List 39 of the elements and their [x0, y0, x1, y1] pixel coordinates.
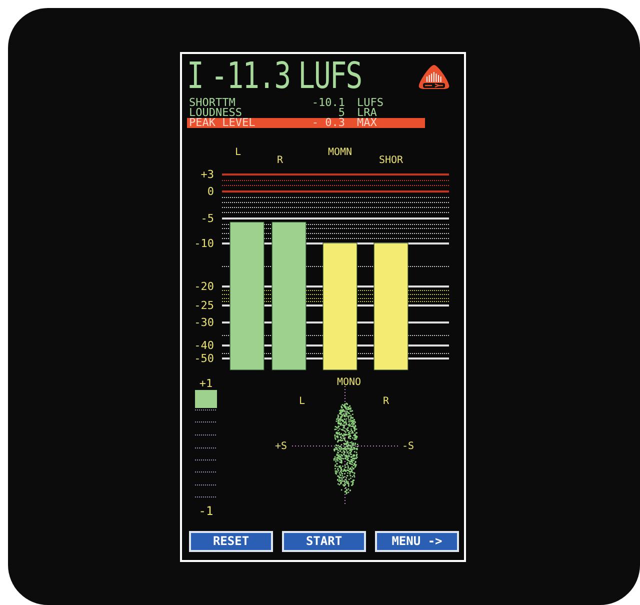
readout-unit: MAX [357, 118, 378, 128]
readout-unit: LUFS [357, 98, 384, 108]
loudness-unit: LUFS [298, 58, 362, 94]
readout-unit: LRA [357, 108, 377, 118]
scale-label: -25 [194, 299, 214, 312]
channel-label: R [277, 155, 284, 166]
mode-indicator: I [187, 58, 203, 94]
scale-label: -10 [194, 237, 214, 250]
goniometer-label: -S [402, 441, 414, 452]
correlation-bottom-label: -1 [198, 504, 214, 518]
channel-label: L [235, 147, 242, 158]
correlation-top-label: +1 [199, 377, 213, 390]
scale-line [194, 496, 218, 498]
goniometer-label: +S [274, 441, 288, 452]
scale-label: -40 [194, 339, 214, 352]
channel-label: SHOR [378, 155, 404, 166]
loudness-value: -11.3 [210, 58, 290, 94]
logo-icon [418, 64, 450, 92]
readout-label: SHORTTM [189, 98, 236, 108]
readout-label: LOUDNESS [189, 108, 242, 118]
readout-label: PEAK LEVEL [189, 118, 256, 128]
scale-line [194, 434, 218, 436]
menu-button[interactable]: MENU -> [375, 531, 459, 552]
scale-label: -50 [194, 352, 214, 365]
reset-button[interactable]: RESET [189, 531, 273, 552]
readout-value: -10.1 [310, 98, 345, 108]
goniometer-label: L [298, 396, 306, 407]
channel-label: MOMN [328, 147, 352, 158]
goniometer-label: R [382, 396, 390, 407]
scale-label: +3 [200, 168, 214, 181]
scale-label: 0 [207, 185, 214, 198]
goniometer-label: MONO [336, 377, 362, 388]
scale-label: -20 [194, 280, 214, 293]
scale-line [194, 484, 218, 486]
start-button[interactable]: START [282, 531, 366, 552]
readout-value: - 0.3 [310, 118, 345, 128]
readout-value: 5 [338, 108, 345, 118]
scale-label: -30 [194, 316, 214, 329]
scale-label: -5 [200, 212, 214, 225]
